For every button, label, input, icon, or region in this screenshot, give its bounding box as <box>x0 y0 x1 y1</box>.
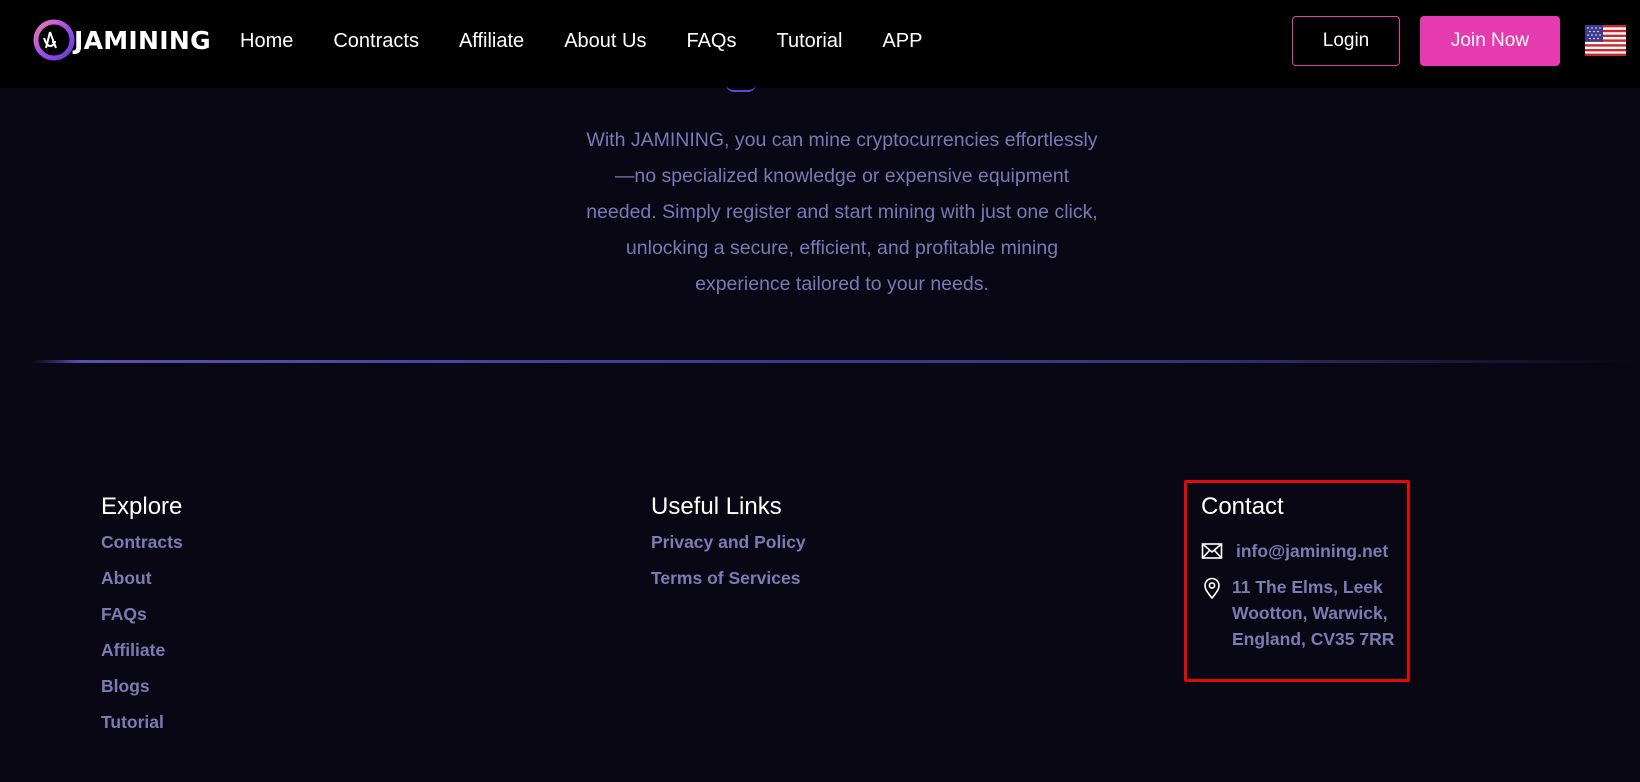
footer-link-faqs[interactable]: FAQs <box>101 604 183 625</box>
address-line: 11 The Elms, Leek <box>1232 577 1383 597</box>
nav-about-us[interactable]: About Us <box>564 28 646 54</box>
envelope-icon <box>1201 543 1223 559</box>
contact-title: Contact <box>1201 493 1284 520</box>
address-line: England, CV35 7RR <box>1232 629 1395 649</box>
nav-app[interactable]: APP <box>882 28 922 54</box>
footer-link-contracts[interactable]: Contracts <box>101 532 183 553</box>
nav-contracts[interactable]: Contracts <box>333 28 419 54</box>
contact-email-row[interactable]: info@jamining.net <box>1201 540 1388 564</box>
nav-tutorial[interactable]: Tutorial <box>776 28 842 54</box>
footer-link-tutorial[interactable]: Tutorial <box>101 712 183 733</box>
intro-text: With JAMINING, you can mine cryptocurren… <box>570 122 1114 302</box>
nav-home[interactable]: Home <box>240 28 293 54</box>
intro-line: With JAMINING, you can mine cryptocurren… <box>586 129 1098 151</box>
main-nav: Home Contracts Affiliate About Us FAQs T… <box>240 28 962 54</box>
contact-address-row: 11 The Elms, Leek Wootton, Warwick, Engl… <box>1201 577 1394 652</box>
footer-contact: Contact <box>1201 492 1284 522</box>
logo[interactable]: JAMINING <box>32 18 211 62</box>
ja-logo-icon <box>33 19 75 61</box>
address-line: Wootton, Warwick, <box>1232 603 1388 623</box>
section-divider <box>32 360 1640 363</box>
intro-line: needed. Simply register and start mining… <box>586 201 1098 223</box>
nav-affiliate[interactable]: Affiliate <box>459 28 524 54</box>
join-now-button[interactable]: Join Now <box>1420 16 1560 66</box>
contact-email[interactable]: info@jamining.net <box>1236 538 1388 564</box>
intro-line: —no specialized knowledge or expensive e… <box>614 165 1070 187</box>
footer-explore: Explore Contracts About FAQs Affiliate B… <box>101 492 183 733</box>
useful-links-title: Useful Links <box>651 493 782 520</box>
orb-decoration <box>726 84 756 92</box>
footer-link-affiliate[interactable]: Affiliate <box>101 640 183 661</box>
footer-link-privacy-policy[interactable]: Privacy and Policy <box>651 532 806 553</box>
contact-address: 11 The Elms, Leek Wootton, Warwick, Engl… <box>1232 574 1394 652</box>
login-button[interactable]: Login <box>1292 16 1400 66</box>
location-pin-icon <box>1204 577 1220 599</box>
footer-link-blogs[interactable]: Blogs <box>101 676 183 697</box>
footer-useful-links: Useful Links Privacy and Policy Terms of… <box>651 492 806 589</box>
header: JAMINING Home Contracts Affiliate About … <box>0 0 1640 88</box>
us-flag-icon[interactable] <box>1585 25 1626 56</box>
logo-text: JAMINING <box>74 25 211 55</box>
nav-faqs[interactable]: FAQs <box>686 28 736 54</box>
page: JAMINING Home Contracts Affiliate About … <box>0 0 1640 782</box>
intro-line: experience tailored to your needs. <box>695 273 989 295</box>
footer-link-about[interactable]: About <box>101 568 183 589</box>
intro-line: unlocking a secure, efficient, and profi… <box>625 237 1059 259</box>
explore-title: Explore <box>101 493 183 520</box>
footer-link-terms-of-services[interactable]: Terms of Services <box>651 568 806 589</box>
